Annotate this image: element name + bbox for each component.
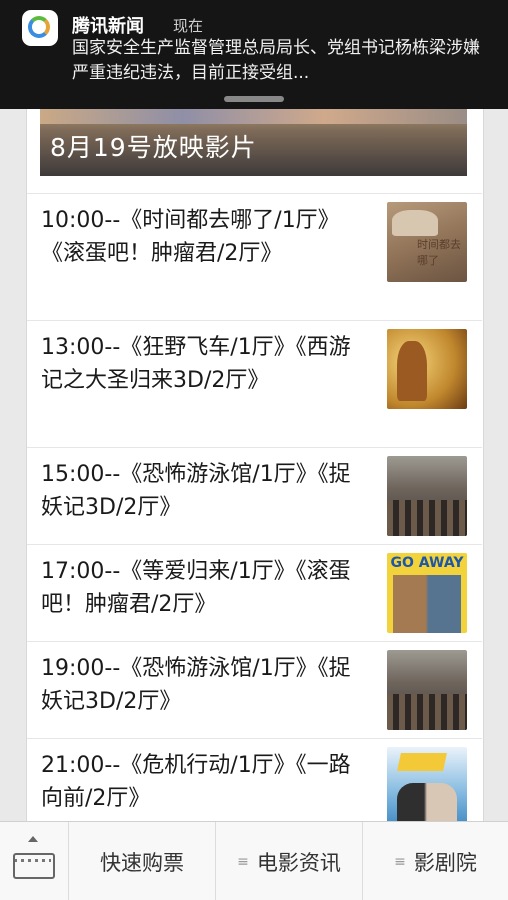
poster-title: 时间都去哪了 bbox=[417, 238, 461, 267]
notification-message: 国家安全生产监督管理总局局长、党组书记杨栋梁涉嫌严重违纪违法，目前正接受组... bbox=[72, 38, 480, 83]
schedule-row[interactable]: 17:00--《等爱归来/1厅》《滚蛋吧！肿瘤君/2厅》 GO AWAY bbox=[27, 544, 482, 641]
notification-time: 现在 bbox=[173, 17, 204, 35]
schedule-text: 15:00--《恐怖游泳馆/1厅》《捉妖记3D/2厅》 bbox=[41, 462, 351, 520]
movie-poster[interactable] bbox=[387, 456, 467, 536]
bottom-nav-bar: 快速购票 ≡ 电影资讯 ≡ 影剧院 bbox=[0, 821, 508, 900]
menu-icon: ≡ bbox=[394, 853, 406, 870]
banner-title: 8月19号放映影片 bbox=[50, 133, 257, 162]
quick-buy-ticket-button[interactable]: 快速购票 bbox=[69, 822, 216, 900]
schedule-text: 21:00--《危机行动/1厅》《一路向前/2厅》 bbox=[41, 753, 351, 811]
notification-drag-handle[interactable] bbox=[224, 96, 284, 102]
movie-poster[interactable] bbox=[387, 747, 467, 827]
movie-news-label: 电影资讯 bbox=[256, 850, 341, 875]
screen: 腾讯新闻 现在 国家安全生产监督管理总局局长、党组书记杨栋梁涉嫌严重违纪违法，目… bbox=[0, 0, 508, 900]
schedule-row[interactable]: 10:00--《时间都去哪了/1厅》《滚蛋吧！肿瘤君/2厅》 时间都去哪了 bbox=[27, 193, 482, 320]
menu-icon: ≡ bbox=[237, 853, 249, 870]
notification-app-name: 腾讯新闻 bbox=[72, 16, 144, 37]
keyboard-icon bbox=[13, 852, 55, 879]
tencent-news-app-icon bbox=[22, 10, 58, 46]
caret-up-icon bbox=[28, 836, 38, 842]
theater-label: 影剧院 bbox=[413, 850, 477, 875]
schedule-row[interactable]: 13:00--《狂野飞车/1厅》《西游记之大圣归来3D/2厅》 bbox=[27, 320, 482, 447]
movie-poster[interactable] bbox=[387, 650, 467, 730]
schedule-text: 13:00--《狂野飞车/1厅》《西游记之大圣归来3D/2厅》 bbox=[41, 335, 351, 393]
schedule-row[interactable]: 15:00--《恐怖游泳馆/1厅》《捉妖记3D/2厅》 bbox=[27, 447, 482, 544]
movie-news-button[interactable]: ≡ 电影资讯 bbox=[216, 822, 363, 900]
movie-poster[interactable] bbox=[387, 329, 467, 409]
movie-poster[interactable]: GO AWAY bbox=[387, 553, 467, 633]
date-banner: 8月19号放映影片 bbox=[40, 106, 467, 176]
schedule-text: 10:00--《时间都去哪了/1厅》《滚蛋吧！肿瘤君/2厅》 bbox=[41, 208, 340, 266]
schedule-text: 19:00--《恐怖游泳馆/1厅》《捉妖记3D/2厅》 bbox=[41, 656, 351, 714]
quick-buy-label: 快速购票 bbox=[100, 850, 184, 875]
keyboard-toggle-button[interactable] bbox=[0, 822, 69, 900]
poster-title: GO AWAY bbox=[387, 553, 467, 573]
schedule-row[interactable]: 19:00--《恐怖游泳馆/1厅》《捉妖记3D/2厅》 bbox=[27, 641, 482, 738]
notification-banner[interactable]: 腾讯新闻 现在 国家安全生产监督管理总局局长、党组书记杨栋梁涉嫌严重违纪违法，目… bbox=[0, 0, 508, 109]
movie-poster[interactable]: 时间都去哪了 bbox=[387, 202, 467, 282]
schedule-list: 10:00--《时间都去哪了/1厅》《滚蛋吧！肿瘤君/2厅》 时间都去哪了 13… bbox=[27, 193, 482, 835]
schedule-text: 17:00--《等爱归来/1厅》《滚蛋吧！肿瘤君/2厅》 bbox=[41, 559, 351, 617]
theater-button[interactable]: ≡ 影剧院 bbox=[363, 822, 508, 900]
